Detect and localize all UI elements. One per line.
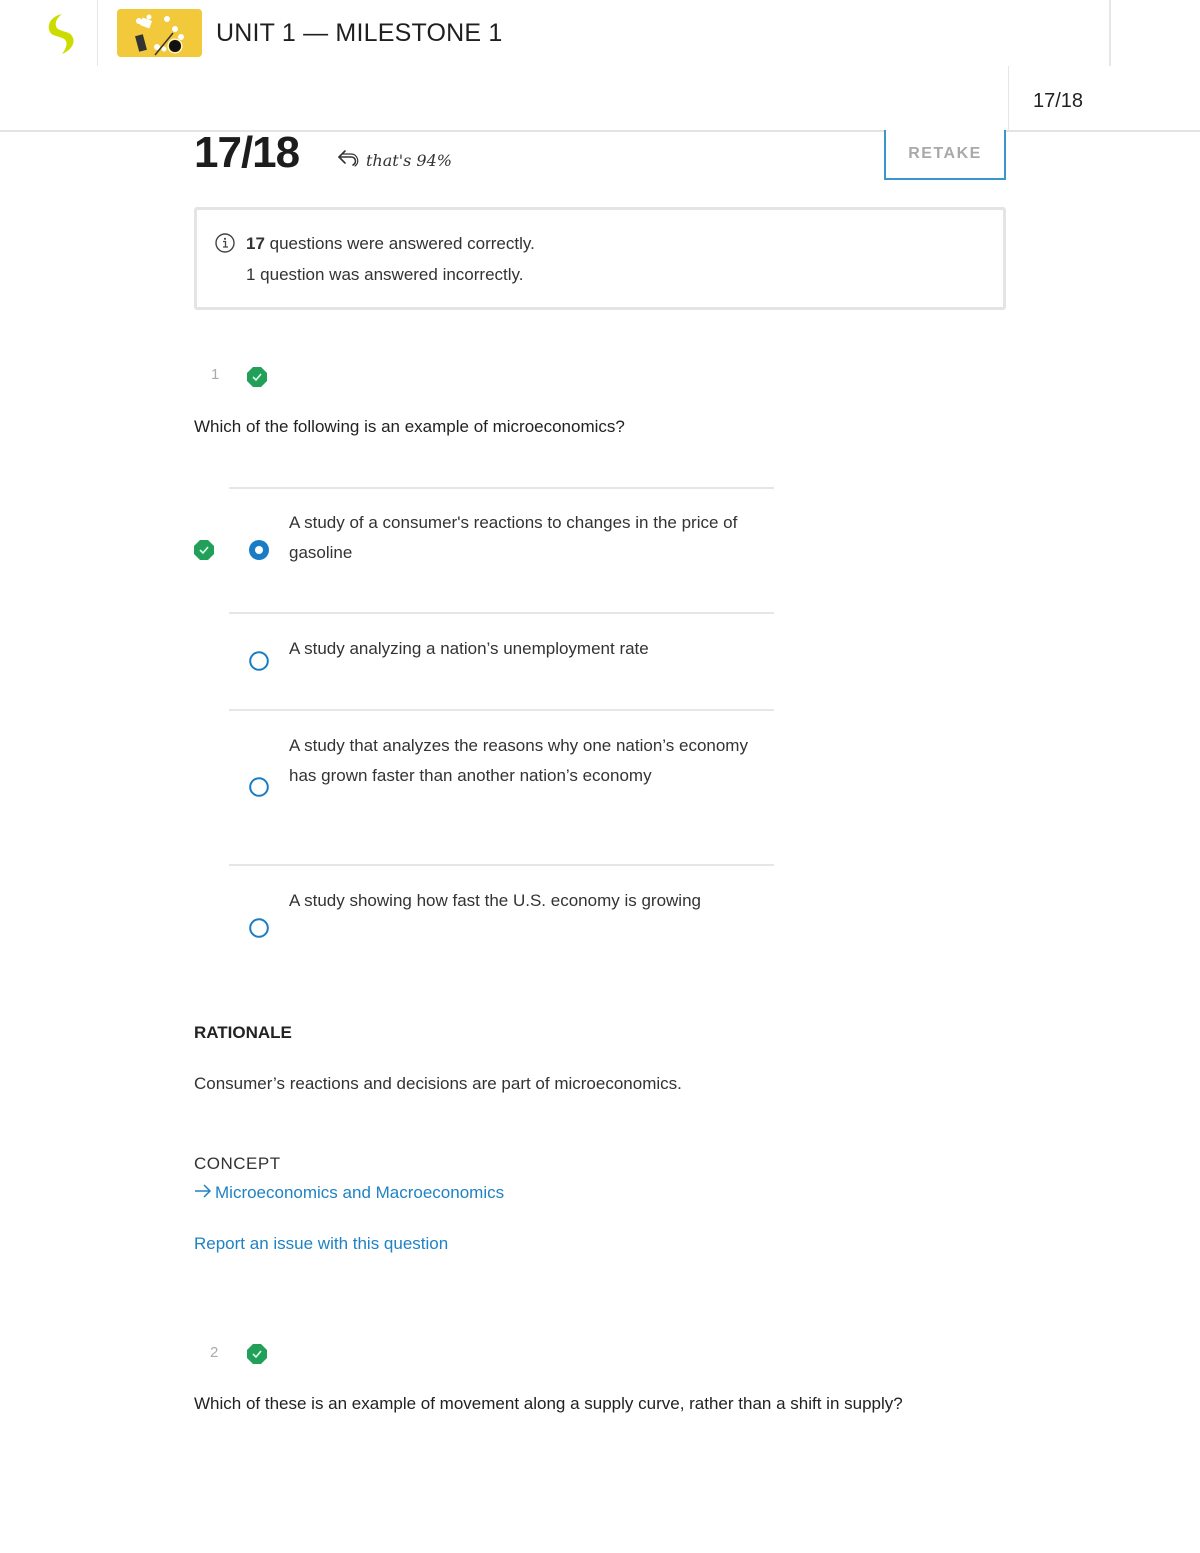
option-radio[interactable] [249,918,269,938]
option-divider [229,709,774,711]
retake-button[interactable]: RETAKE [884,130,1006,180]
option-divider [229,612,774,614]
score-value: 17/18 [194,128,300,177]
question-number: 2 [210,1344,219,1361]
option-text[interactable]: A study analyzing a nation’s unemploymen… [289,634,759,664]
sophia-logo-icon[interactable] [40,12,80,56]
correct-count: 17 [246,234,265,253]
concept-link-label: Microeconomics and Macroeconomics [215,1183,505,1202]
correct-summary: 17 questions were answered correctly. [246,234,535,254]
rationale-text: Consumer’s reactions and decisions are p… [194,1074,682,1093]
info-icon [214,232,236,259]
question-number: 1 [211,366,220,383]
course-thumbnail-image [117,9,202,57]
header-bottom-border [0,130,1200,132]
question-text: Which of the following is an example of … [194,417,625,436]
option-radio[interactable] [249,651,269,671]
correct-check-icon [247,1344,267,1364]
concept-heading: CONCEPT [194,1154,281,1173]
option-radio[interactable] [249,777,269,797]
correct-check-icon [247,367,267,387]
arrow-right-icon [194,1183,212,1203]
option-divider [229,487,774,489]
top-bar: UNIT 1 — MILESTONE 1 17/18 [0,0,1200,132]
score-percent-note: that's 94% [336,148,452,173]
concept-link[interactable]: Microeconomics and Macroeconomics [194,1183,504,1203]
option-divider [229,864,774,866]
option-text[interactable]: A study that analyzes the reasons why on… [289,731,759,791]
correct-answer-check-icon [194,540,214,560]
question-text: Which of these is an example of movement… [194,1394,903,1413]
curved-arrow-back-icon [336,148,360,173]
incorrect-summary: 1 question was answered incorrectly. [246,265,524,284]
option-text[interactable]: A study showing how fast the U.S. econom… [289,886,759,916]
score-tab[interactable]: 17/18 [1008,66,1200,132]
report-issue-link[interactable]: Report an issue with this question [194,1234,448,1254]
results-summary: 17 questions were answered correctly. 1 … [194,207,1006,310]
option-text[interactable]: A study of a consumer's reactions to cha… [289,508,759,568]
correct-summary-text: questions were answered correctly. [264,234,535,253]
percent-text: that's 94% [366,151,452,170]
header-divider [97,0,98,66]
rationale-heading: RATIONALE [194,1023,292,1042]
score-tab-label: 17/18 [1033,90,1084,112]
header-divider [1109,0,1111,66]
course-title: UNIT 1 — MILESTONE 1 [216,19,503,47]
option-radio-selected[interactable] [249,540,269,560]
